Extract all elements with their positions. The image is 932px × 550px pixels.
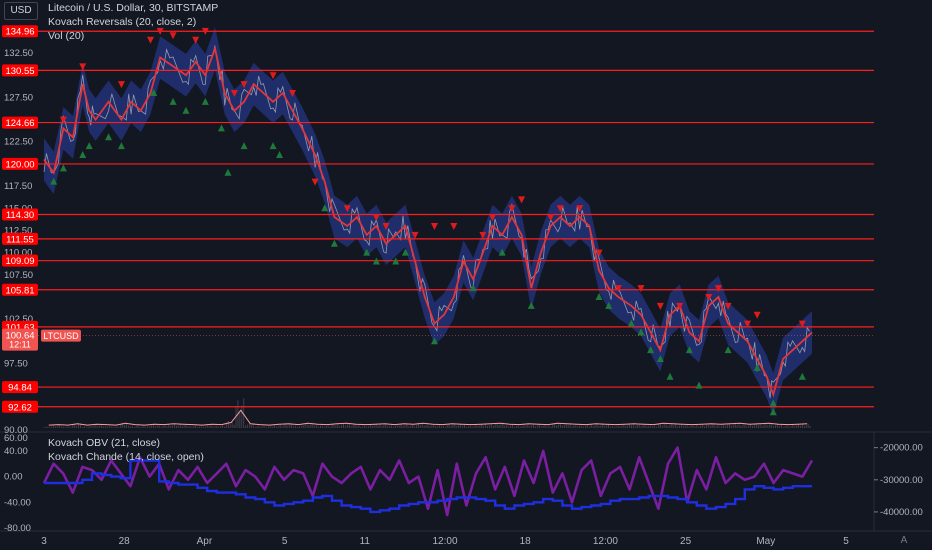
up-reversal-marker xyxy=(217,124,225,132)
up-reversal-marker xyxy=(269,142,277,150)
x-tick-label: 25 xyxy=(680,536,692,547)
down-reversal-marker xyxy=(430,223,438,230)
x-tick-label: Apr xyxy=(197,536,213,547)
up-reversal-marker xyxy=(85,142,93,150)
up-reversal-marker xyxy=(666,372,674,380)
bar-countdown: 12:11 xyxy=(9,340,31,350)
obv-y-tick: -30000.00 xyxy=(880,475,923,486)
up-reversal-marker xyxy=(182,106,190,114)
symbol-tag: LTCUSD xyxy=(43,331,79,341)
obv-y-tick: -40000.00 xyxy=(880,507,923,518)
down-reversal-marker xyxy=(192,36,200,44)
y-tick-label: 97.50 xyxy=(4,358,28,369)
down-reversal-marker xyxy=(450,223,458,230)
level-label: 130.55 xyxy=(5,66,34,77)
x-tick-label: May xyxy=(756,536,775,547)
up-reversal-marker xyxy=(224,168,232,176)
chart-title: Litecoin / U.S. Dollar, 30, BITSTAMP xyxy=(48,2,219,14)
level-label: 92.62 xyxy=(8,402,32,413)
currency-button[interactable]: USD xyxy=(4,2,38,20)
x-tick-label: 12:00 xyxy=(432,536,457,547)
level-label: 114.30 xyxy=(6,210,34,221)
y-tick-label: 122.50 xyxy=(4,137,33,148)
oscillator-y-tick: -40.00 xyxy=(4,497,31,508)
oscillator-y-tick: 40.00 xyxy=(4,446,28,457)
up-reversal-marker xyxy=(276,151,284,159)
oscillator-y-tick: 60.00 xyxy=(4,433,28,444)
down-reversal-marker xyxy=(79,63,87,71)
up-reversal-marker xyxy=(117,142,125,150)
x-tick-label: 28 xyxy=(119,536,131,547)
down-reversal-marker xyxy=(656,302,664,310)
up-reversal-marker xyxy=(201,97,209,105)
volume-series xyxy=(43,398,811,428)
level-label: 124.66 xyxy=(5,118,34,129)
y-tick-label: 132.50 xyxy=(4,48,33,59)
up-reversal-marker xyxy=(330,239,338,247)
x-tick-label: 5 xyxy=(282,536,288,547)
volume-ma-line xyxy=(48,409,808,426)
x-tick-label: 11 xyxy=(360,536,371,547)
up-reversal-marker xyxy=(79,151,87,159)
level-label: 120.00 xyxy=(5,159,34,170)
down-reversal-marker xyxy=(269,72,277,80)
indicator-kovach-obv[interactable]: Kovach OBV (21, close) xyxy=(48,437,160,449)
up-reversal-marker xyxy=(798,372,806,380)
level-label: 111.55 xyxy=(6,234,34,245)
y-tick-label: 127.50 xyxy=(4,92,33,103)
auto-scale-button[interactable]: A xyxy=(896,533,912,549)
up-reversal-marker xyxy=(169,97,177,105)
obv-y-tick: -20000.00 xyxy=(880,443,923,454)
up-reversal-marker xyxy=(240,142,248,150)
y-tick-label: 107.50 xyxy=(4,270,33,281)
level-label: 109.09 xyxy=(5,256,34,267)
x-tick-label: 18 xyxy=(520,536,532,547)
down-reversal-marker xyxy=(146,36,154,44)
up-reversal-marker xyxy=(105,133,113,141)
down-reversal-marker xyxy=(117,81,125,89)
y-tick-label: 117.50 xyxy=(4,181,32,192)
up-reversal-marker xyxy=(59,164,67,172)
indicator-volume[interactable]: Vol (20) xyxy=(48,30,84,42)
up-reversal-marker xyxy=(724,346,732,354)
down-reversal-marker xyxy=(518,196,526,204)
down-reversal-marker xyxy=(637,285,645,293)
level-label: 105.81 xyxy=(5,285,34,296)
x-tick-label: 3 xyxy=(41,536,47,547)
x-tick-label: 5 xyxy=(843,536,849,547)
level-label: 134.96 xyxy=(5,27,34,38)
oscillator-y-tick: -80.00 xyxy=(4,523,31,534)
oscillator-y-tick: 0.00 xyxy=(4,472,23,483)
up-reversal-marker xyxy=(527,301,535,309)
level-label: 94.84 xyxy=(8,383,32,394)
indicator-kovach-chande[interactable]: Kovach Chande (14, close, open) xyxy=(48,451,204,463)
chart-canvas[interactable]: 132.50127.50122.50117.50115.00112.50110.… xyxy=(0,0,932,550)
up-reversal-marker xyxy=(695,381,703,389)
down-reversal-marker xyxy=(753,311,761,319)
up-reversal-marker xyxy=(769,408,777,416)
kovach-band xyxy=(44,27,812,416)
indicator-kovach-reversals[interactable]: Kovach Reversals (20, close, 2) xyxy=(48,16,196,28)
x-tick-label: 12:00 xyxy=(593,536,618,547)
down-reversal-marker xyxy=(169,32,177,40)
